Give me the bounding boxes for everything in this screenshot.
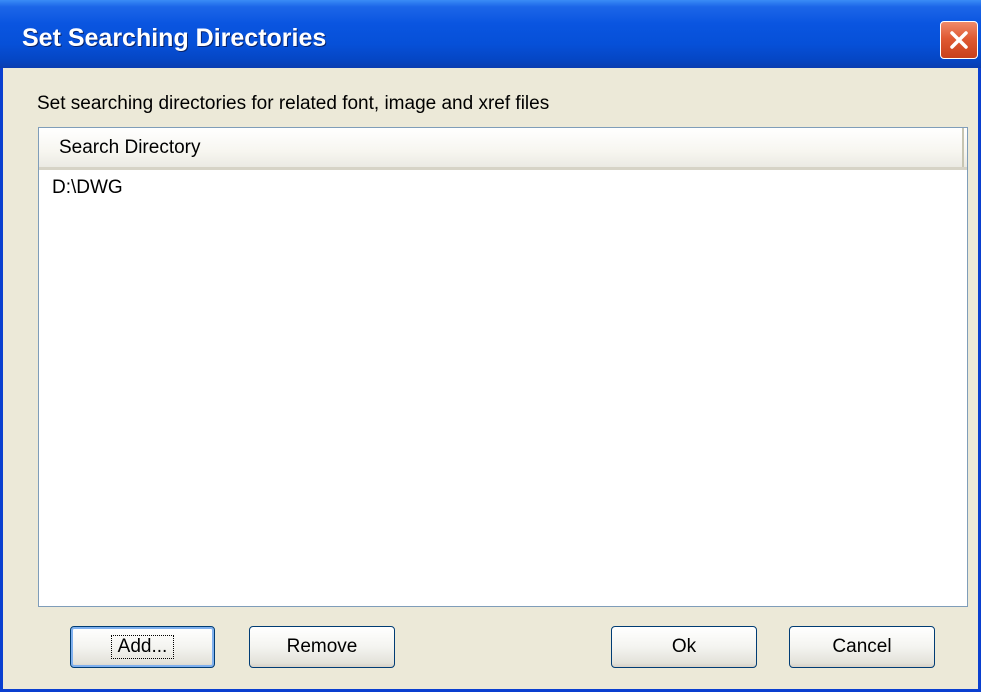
add-button-label: Add... (110, 635, 175, 659)
dialog-window: Set Searching Directories Set searching … (0, 0, 981, 692)
dialog-title: Set Searching Directories (22, 24, 327, 52)
dialog-content: Set searching directories for related fo… (3, 68, 978, 689)
directory-list[interactable]: Search Directory D:\DWG (38, 127, 968, 607)
close-button[interactable] (940, 21, 978, 59)
description-label: Set searching directories for related fo… (37, 93, 550, 114)
list-item[interactable]: D:\DWG (39, 173, 967, 203)
close-icon (950, 31, 968, 49)
title-bar[interactable]: Set Searching Directories (0, 0, 981, 68)
list-header: Search Directory (39, 128, 967, 170)
add-button[interactable]: Add... (70, 626, 215, 668)
cancel-button[interactable]: Cancel (789, 626, 935, 668)
remove-button[interactable]: Remove (249, 626, 395, 668)
ok-button[interactable]: Ok (611, 626, 757, 668)
column-header-search-directory[interactable]: Search Directory (39, 128, 964, 167)
